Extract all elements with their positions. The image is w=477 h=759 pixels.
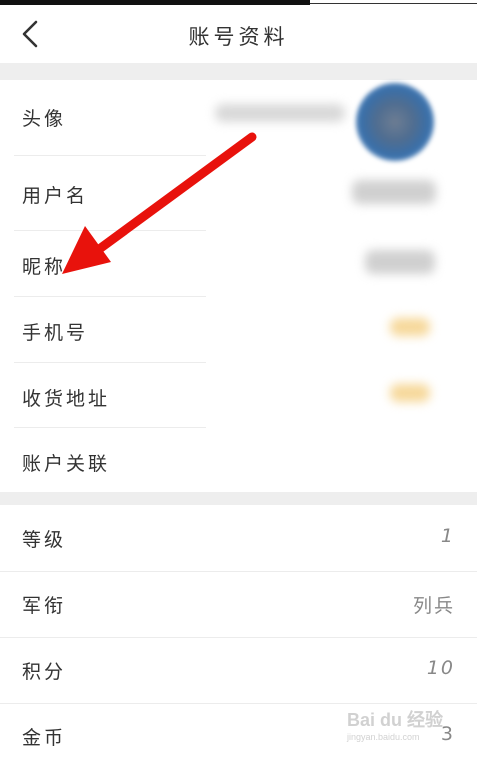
profile-row-account-link[interactable]: 账户关联 bbox=[0, 427, 477, 492]
blurred-value bbox=[215, 104, 345, 122]
blurred-value bbox=[390, 384, 430, 402]
row-label: 收货地址 bbox=[22, 388, 111, 410]
row-divider bbox=[14, 230, 206, 231]
row-divider bbox=[14, 362, 206, 363]
row-value: 1 bbox=[440, 525, 455, 547]
stats-row-level[interactable]: 等级 1 bbox=[0, 505, 477, 571]
row-label: 金币 bbox=[22, 727, 67, 749]
blurred-value bbox=[390, 318, 430, 336]
row-divider bbox=[0, 637, 477, 638]
section-gap bbox=[0, 492, 477, 505]
page-title: 账号资料 bbox=[188, 25, 289, 49]
row-divider bbox=[14, 296, 206, 297]
stats-row-coins[interactable]: 金币 3 bbox=[0, 703, 477, 759]
row-divider bbox=[0, 703, 477, 704]
blurred-value bbox=[365, 250, 435, 274]
row-label: 头像 bbox=[22, 108, 67, 130]
stats-row-points[interactable]: 积分 10 bbox=[0, 637, 477, 703]
row-value: 10 bbox=[426, 657, 455, 679]
row-divider bbox=[14, 155, 206, 156]
row-label: 账户关联 bbox=[22, 453, 111, 475]
row-label: 昵称 bbox=[22, 256, 67, 278]
row-value: 列兵 bbox=[412, 595, 455, 617]
row-label: 等级 bbox=[22, 529, 67, 551]
row-label: 军衔 bbox=[22, 595, 67, 617]
stats-section: 等级 1 军衔 列兵 积分 10 金币 3 bbox=[0, 505, 477, 759]
row-divider bbox=[0, 571, 477, 572]
page-header: 账号资料 bbox=[0, 5, 477, 63]
row-value: 3 bbox=[440, 723, 455, 745]
status-bar-line bbox=[310, 3, 477, 4]
avatar[interactable] bbox=[356, 83, 434, 161]
stats-row-rank[interactable]: 军衔 列兵 bbox=[0, 571, 477, 637]
row-divider bbox=[14, 427, 206, 428]
blurred-value bbox=[352, 180, 436, 204]
row-label: 手机号 bbox=[22, 322, 89, 344]
row-label: 积分 bbox=[22, 661, 67, 683]
section-gap bbox=[0, 63, 477, 80]
row-label: 用户名 bbox=[22, 185, 89, 207]
